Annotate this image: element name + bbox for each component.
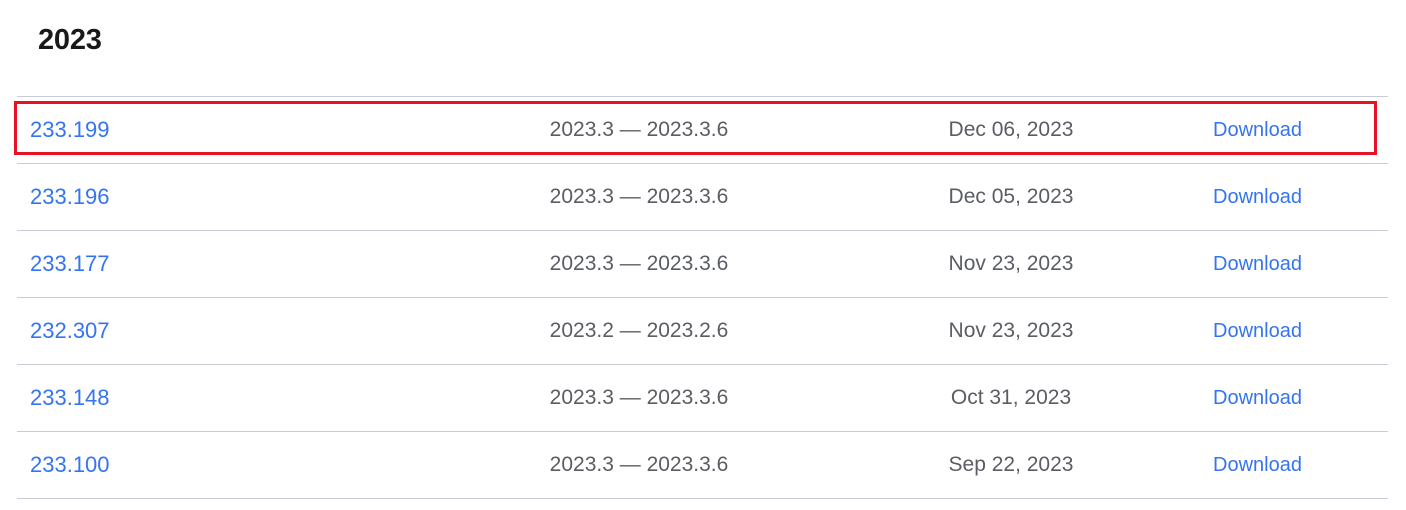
build-cell: 233.148 — [17, 364, 437, 432]
build-number-link[interactable]: 233.199 — [30, 117, 110, 142]
compatibility-range-cell: 2023.3 — 2023.3.6 — [437, 163, 857, 231]
release-date-cell: Sep 22, 2023 — [857, 431, 1187, 499]
release-date-cell: Nov 23, 2023 — [857, 230, 1187, 298]
table-row: 233.177 2023.3 — 2023.3.6 Nov 23, 2023 Down… — [17, 230, 1388, 298]
download-link[interactable]: Download — [1213, 253, 1302, 275]
build-number-link[interactable]: 232.307 — [30, 318, 110, 343]
build-cell: 232.307 — [17, 297, 437, 365]
download-link[interactable]: Download — [1213, 119, 1302, 141]
table-row: 233.196 2023.3 — 2023.3.6 Dec 05, 2023 Down… — [17, 163, 1388, 231]
build-cell: 233.199 — [17, 96, 437, 164]
download-link[interactable]: Download — [1213, 186, 1302, 208]
download-cell: Download — [1187, 230, 1388, 298]
download-cell: Download — [1187, 96, 1388, 164]
release-table-body: 233.199 2023.3 — 2023.3.6 Dec 06, 2023 Down… — [17, 96, 1388, 499]
table-row: 233.100 2023.3 — 2023.3.6 Sep 22, 2023 Down… — [17, 431, 1388, 499]
download-cell: Download — [1187, 297, 1388, 365]
download-link[interactable]: Download — [1213, 320, 1302, 342]
build-cell: 233.100 — [17, 431, 437, 499]
table-row: 233.148 2023.3 — 2023.3.6 Oct 31, 2023 Down… — [17, 364, 1388, 432]
release-date-cell: Nov 23, 2023 — [857, 297, 1187, 365]
build-cell: 233.196 — [17, 163, 437, 231]
download-cell: Download — [1187, 431, 1388, 499]
release-date-cell: Dec 05, 2023 — [857, 163, 1187, 231]
version-history-page: 2023 233.199 2023.3 — 2023.3.6 Dec 06, 202… — [0, 0, 1406, 510]
compatibility-range-cell: 2023.2 — 2023.2.6 — [437, 297, 857, 365]
release-date-cell: Dec 06, 2023 — [857, 96, 1187, 164]
build-number-link[interactable]: 233.177 — [30, 251, 110, 276]
compatibility-range-cell: 2023.3 — 2023.3.6 — [437, 364, 857, 432]
compatibility-range-cell: 2023.3 — 2023.3.6 — [437, 431, 857, 499]
release-table: 233.199 2023.3 — 2023.3.6 Dec 06, 2023 Down… — [17, 96, 1388, 499]
release-date-cell: Oct 31, 2023 — [857, 364, 1187, 432]
build-cell: 233.177 — [17, 230, 437, 298]
page-title: 2023 — [38, 24, 102, 56]
build-number-link[interactable]: 233.196 — [30, 184, 110, 209]
download-link[interactable]: Download — [1213, 454, 1302, 476]
build-number-link[interactable]: 233.100 — [30, 452, 110, 477]
download-cell: Download — [1187, 163, 1388, 231]
table-row: 233.199 2023.3 — 2023.3.6 Dec 06, 2023 Down… — [17, 96, 1388, 164]
compatibility-range-cell: 2023.3 — 2023.3.6 — [437, 230, 857, 298]
download-cell: Download — [1187, 364, 1388, 432]
build-number-link[interactable]: 233.148 — [30, 385, 110, 410]
download-link[interactable]: Download — [1213, 387, 1302, 409]
compatibility-range-cell: 2023.3 — 2023.3.6 — [437, 96, 857, 164]
table-row: 232.307 2023.2 — 2023.2.6 Nov 23, 2023 Down… — [17, 297, 1388, 365]
